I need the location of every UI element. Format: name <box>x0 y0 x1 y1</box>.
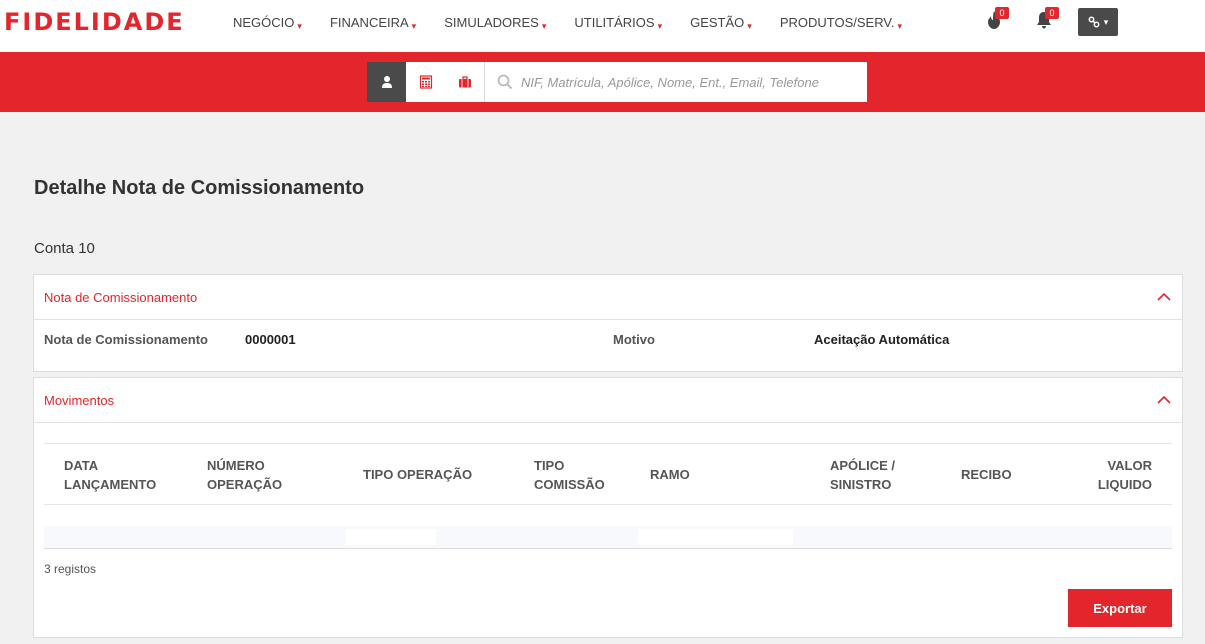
briefcase-icon <box>458 76 471 88</box>
search-input-wrapper <box>485 74 867 90</box>
caret-down-icon: ▾ <box>747 20 752 31</box>
column-header-numero-operacao[interactable]: NÚMERO OPERAÇÃO <box>207 456 282 494</box>
movimentos-panel: Movimentos DATA LANÇAMENTO NÚMERO OPERAÇÃO… <box>33 377 1183 638</box>
redacted-cell <box>346 529 436 545</box>
bell-count-badge: 0 <box>1045 7 1059 19</box>
global-search <box>367 62 867 102</box>
nota-panel-header[interactable]: Nota de Comissionamento <box>34 275 1182 320</box>
search-band <box>0 52 1205 112</box>
motivo-value: Aceitação Automática <box>814 332 950 347</box>
page-title: Detalhe Nota de Comissionamento <box>34 177 365 199</box>
fidelidade-logo[interactable]: FIDELIDADE <box>4 8 185 36</box>
person-icon <box>381 76 392 88</box>
bell-notifications-button[interactable]: 0 <box>1034 7 1059 32</box>
column-header-apolice-sinistro[interactable]: APÓLICE / SINISTRO <box>830 456 895 494</box>
nav-item-produtos-serv[interactable]: PRODUTOS/SERV. ▾ <box>780 15 902 31</box>
caret-down-icon: ▾ <box>1103 16 1109 27</box>
search-input[interactable] <box>521 74 851 90</box>
column-header-data-lancamento[interactable]: DATA LANÇAMENTO <box>64 456 156 494</box>
caret-down-icon: ▾ <box>297 20 302 31</box>
caret-down-icon: ▾ <box>411 20 417 31</box>
record-count: 3 registos <box>44 562 97 576</box>
search-icon <box>497 74 513 90</box>
export-button[interactable]: Exportar <box>1068 589 1172 627</box>
column-header-tipo-comissao[interactable]: TIPO COMISSÃO <box>534 456 605 494</box>
nav-item-utilitarios[interactable]: UTILITÁRIOS ▾ <box>574 15 663 31</box>
movimentos-panel-title: Movimentos <box>44 392 115 408</box>
chevron-up-icon[interactable] <box>1156 395 1172 405</box>
movimentos-table: DATA LANÇAMENTO NÚMERO OPERAÇÃO TIPO OPERA… <box>44 443 1172 549</box>
caret-down-icon: ▾ <box>897 20 902 31</box>
search-tab-person[interactable] <box>367 62 406 102</box>
caret-down-icon: ▾ <box>541 20 547 31</box>
movimentos-panel-header[interactable]: Movimentos <box>34 378 1182 423</box>
caret-down-icon: ▾ <box>657 20 663 31</box>
nav-item-simuladores[interactable]: SIMULADORES ▾ <box>444 15 547 31</box>
column-header-recibo[interactable]: RECIBO <box>961 465 1012 484</box>
column-header-tipo-operacao[interactable]: TIPO OPERAÇÃO <box>363 465 472 484</box>
top-navbar: FIDELIDADE NEGÓCIO ▾ FINANCEIRA ▾ SIMULADO… <box>0 0 1205 52</box>
table-header: DATA LANÇAMENTO NÚMERO OPERAÇÃO TIPO OPERA… <box>44 443 1172 505</box>
tools-dropdown-button[interactable]: ▾ <box>1078 8 1118 36</box>
fire-count-badge: 0 <box>995 7 1009 19</box>
nav-item-negocio[interactable]: NEGÓCIO ▾ <box>233 15 302 31</box>
nota-number-value: 0000001 <box>245 332 296 347</box>
nota-number-label: Nota de Comissionamento <box>44 332 208 347</box>
main-nav: NEGÓCIO ▾ FINANCEIRA ▾ SIMULADORES ▾ UTILIT… <box>233 0 930 44</box>
fire-notifications-button[interactable]: 0 <box>984 7 1009 32</box>
nota-panel-title: Nota de Comissionamento <box>44 289 198 305</box>
nav-item-financeira[interactable]: FINANCEIRA ▾ <box>330 15 417 31</box>
table-row[interactable] <box>44 526 1172 548</box>
nota-comissionamento-panel: Nota de Comissionamento Nota de Comissio… <box>33 274 1183 372</box>
nav-item-gestao[interactable]: GESTÃO ▾ <box>690 15 752 31</box>
link-icon <box>1088 16 1100 28</box>
search-tab-calculator[interactable] <box>406 62 445 102</box>
motivo-label: Motivo <box>613 332 655 347</box>
table-body <box>44 505 1172 549</box>
calculator-icon <box>419 75 432 89</box>
account-label: Conta 10 <box>34 240 95 257</box>
chevron-up-icon[interactable] <box>1156 292 1172 302</box>
nota-details-row: Nota de Comissionamento 0000001 Motivo A… <box>34 320 1182 372</box>
redacted-cell <box>638 529 793 545</box>
search-tab-briefcase[interactable] <box>445 62 484 102</box>
column-header-ramo[interactable]: RAMO <box>650 465 690 484</box>
column-header-valor-liquido[interactable]: VALOR LIQUIDO <box>1095 456 1152 494</box>
